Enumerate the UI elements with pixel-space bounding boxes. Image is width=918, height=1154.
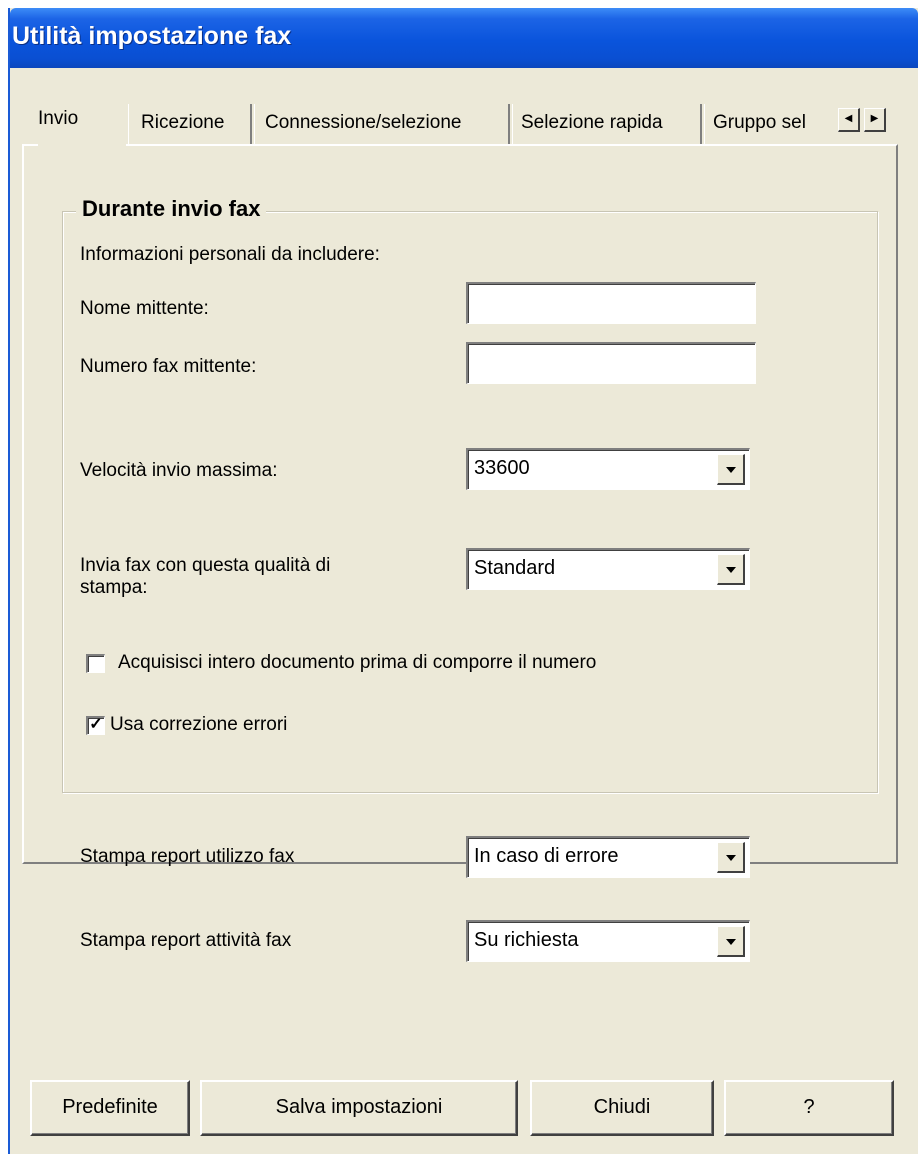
tab-ricezione[interactable]: Ricezione xyxy=(128,104,252,144)
chevron-down-icon[interactable] xyxy=(717,454,745,485)
usage-report-value: In caso di errore xyxy=(474,845,619,867)
checkmark-icon: ✓ xyxy=(89,716,103,733)
tab-selezione-rapida[interactable]: Selezione rapida xyxy=(512,104,702,144)
save-settings-button[interactable]: Salva impostazioni xyxy=(200,1080,518,1136)
activity-report-select[interactable]: Su richiesta xyxy=(466,920,750,962)
max-speed-select[interactable]: 33600 xyxy=(466,448,750,490)
quality-value: Standard xyxy=(474,557,556,579)
error-correction-checkbox[interactable]: ✓ xyxy=(86,716,105,735)
error-correction-label[interactable]: Usa correzione errori xyxy=(110,714,287,736)
tab-gruppo-sel[interactable]: Gruppo sel xyxy=(704,104,842,144)
sender-name-label: Nome mittente: xyxy=(80,298,209,319)
window-title: Utilità impostazione fax xyxy=(12,22,292,50)
chevron-down-icon[interactable] xyxy=(717,926,745,957)
sender-fax-field[interactable] xyxy=(466,342,756,384)
sender-fax-label: Numero fax mittente: xyxy=(80,356,257,377)
arrow-right-icon: ▶ xyxy=(870,113,879,124)
scan-whole-document-checkbox[interactable] xyxy=(86,654,105,673)
title-bar[interactable]: Utilità impostazione fax xyxy=(10,8,918,68)
quality-label: Invia fax con questa qualità di stampa: xyxy=(80,555,331,598)
quality-select[interactable]: Standard xyxy=(466,548,750,590)
activity-report-label: Stampa report attività fax xyxy=(80,930,292,951)
tab-strip: Invio Ricezione Connessione/selezione Se… xyxy=(30,100,898,146)
chevron-down-icon[interactable] xyxy=(717,842,745,873)
max-speed-value: 33600 xyxy=(474,457,530,479)
max-speed-label: Velocità invio massima: xyxy=(80,460,278,481)
usage-report-label: Stampa report utilizzo fax xyxy=(80,846,295,867)
personal-info-label: Informazioni personali da includere: xyxy=(80,244,380,265)
activity-report-value: Su richiesta xyxy=(474,929,579,951)
close-button[interactable]: Chiudi xyxy=(530,1080,714,1136)
sender-name-field[interactable] xyxy=(466,282,756,324)
usage-report-select[interactable]: In caso di errore xyxy=(466,836,750,878)
tab-invio[interactable]: Invio xyxy=(38,100,126,146)
tab-connessione-selezione[interactable]: Connessione/selezione xyxy=(254,104,510,144)
arrow-left-icon: ◀ xyxy=(844,113,853,124)
defaults-button[interactable]: Predefinite xyxy=(30,1080,190,1136)
tab-scroll-right-button[interactable]: ▶ xyxy=(864,108,886,132)
scan-whole-document-label[interactable]: Acquisisci intero documento prima di com… xyxy=(118,652,596,674)
tab-scroll-left-button[interactable]: ◀ xyxy=(838,108,860,132)
help-button[interactable]: ? xyxy=(724,1080,894,1136)
groupbox-title: Durante invio fax xyxy=(76,196,267,222)
chevron-down-icon[interactable] xyxy=(717,554,745,585)
